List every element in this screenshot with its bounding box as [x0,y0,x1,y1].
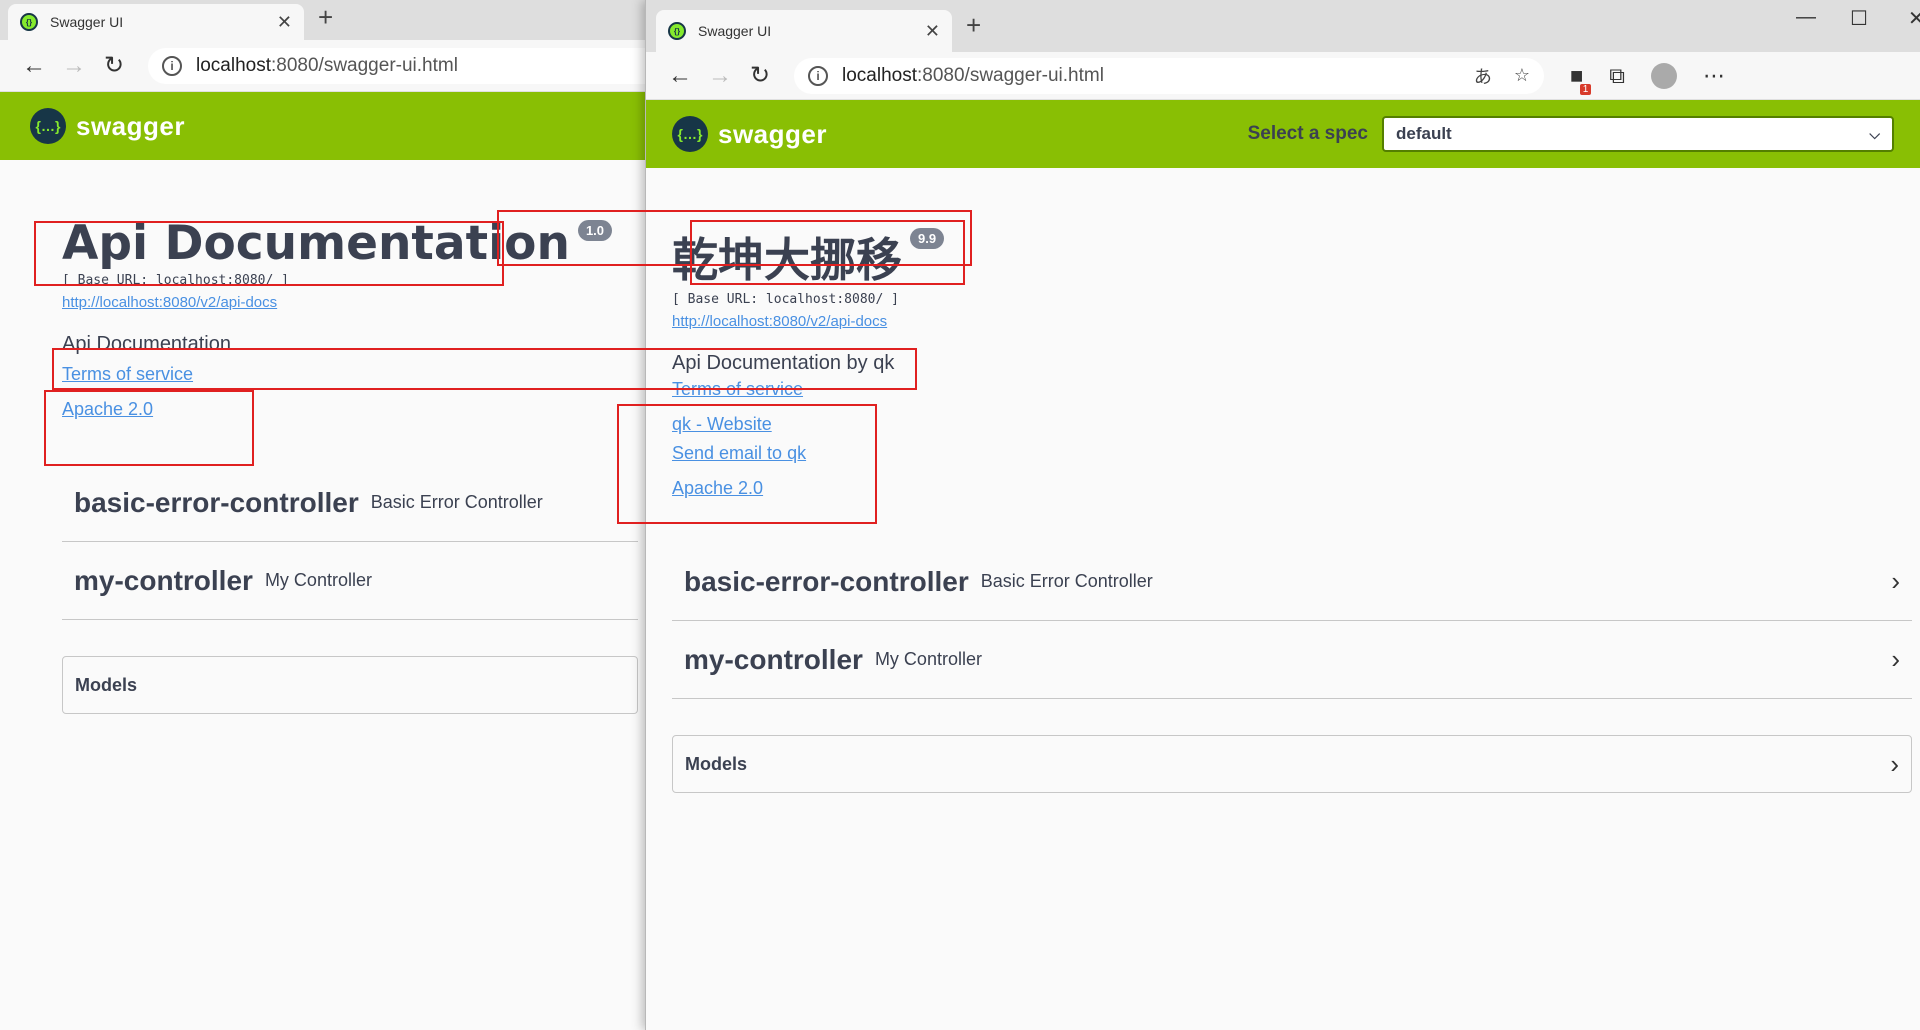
navigation-bar: ← → ↻ i localhost:8080/swagger-ui.html [0,40,700,92]
plus-icon[interactable]: + [318,2,333,33]
controller-description: Basic Error Controller [370,492,543,512]
tab-title: Swagger UI [698,23,772,39]
controller-row[interactable]: my-controller My Controller [62,542,638,620]
controller-name: my-controller [684,643,863,675]
controller-description: My Controller [874,649,982,669]
swagger-info-section: Api Documentation 1.0 [ Base URL: localh… [0,160,700,714]
url-text: localhost:8080/swagger-ui.html [842,64,1104,86]
close-icon[interactable]: ✕ [277,12,292,33]
controller-name: basic-error-controller [74,486,359,518]
back-arrow-icon[interactable]: ← [660,62,700,90]
address-bar[interactable]: i localhost:8080/swagger-ui.html あ ☆ [794,57,1544,94]
url-text: localhost:8080/swagger-ui.html [196,54,458,76]
swagger-topbar: {…} swagger Select a spec default ⌵ [646,100,1920,168]
models-section[interactable]: Models [62,656,638,714]
contact-email-link[interactable]: Send email to qk [672,443,1894,464]
window-close-icon[interactable]: ✕ [1908,6,1920,31]
chevron-right-icon[interactable]: › [1891,644,1900,675]
tab-strip: {} Swagger UI ✕ + [0,0,700,40]
tab-title: Swagger UI [50,14,124,30]
swagger-logo-icon: {…} [30,108,66,144]
swagger-brand: swagger [718,118,827,149]
api-docs-link[interactable]: http://localhost:8080/v2/api-docs [672,313,1894,330]
left-browser-window: {} Swagger UI ✕ + ← → ↻ i localhost:8080… [0,0,700,1030]
translate-icon[interactable]: あ [1474,63,1492,89]
website-link[interactable]: qk - Website [672,414,1894,435]
collections-icon[interactable]: ⧉ [1609,63,1625,89]
swagger-topbar: {…} swagger [0,92,700,160]
api-description: Api Documentation by qk [672,352,895,374]
api-description: Api Documentation [62,333,231,355]
extension-icon[interactable]: ■ 1 [1570,63,1592,95]
refresh-icon[interactable]: ↻ [740,61,780,90]
profile-avatar[interactable] [1651,62,1678,89]
refresh-icon[interactable]: ↻ [94,51,134,80]
extension-badge: 1 [1579,83,1592,95]
tab-strip: {} Swagger UI ✕ + — ☐ ✕ [646,0,1920,52]
page-title: 乾坤大挪移 9.9 [672,224,945,290]
chevron-down-icon: ⌵ [1869,125,1880,142]
controller-list: basic-error-controller Basic Error Contr… [62,464,638,620]
back-arrow-icon[interactable]: ← [14,52,54,80]
controller-description: Basic Error Controller [980,571,1153,591]
spec-dropdown[interactable]: default ⌵ [1382,116,1894,152]
controller-name: basic-error-controller [684,565,969,597]
terms-of-service-link[interactable]: Terms of service [62,364,638,385]
terms-of-service-link[interactable]: Terms of service [672,379,1894,400]
close-icon[interactable]: ✕ [925,21,940,42]
right-browser-window: {} Swagger UI ✕ + — ☐ ✕ ← → ↻ i localhos… [645,0,1920,1030]
controller-name: my-controller [74,564,253,596]
models-label: Models [75,674,138,695]
minimize-icon[interactable]: — [1796,6,1816,29]
swagger-favicon-icon: {} [668,22,686,40]
controller-row[interactable]: basic-error-controller Basic Error Contr… [672,543,1912,621]
more-options-icon[interactable]: ⋯ [1703,63,1725,89]
license-link[interactable]: Apache 2.0 [62,399,638,420]
browser-tab[interactable]: {} Swagger UI ✕ [8,4,304,40]
address-bar[interactable]: i localhost:8080/swagger-ui.html [148,47,686,84]
license-link[interactable]: Apache 2.0 [672,478,1894,499]
controller-description: My Controller [264,570,372,590]
chevron-right-icon[interactable]: › [1890,749,1899,780]
title-text: 乾坤大挪移 [672,233,902,287]
spec-value: default [1396,124,1452,143]
forward-arrow-icon[interactable]: → [54,52,94,80]
swagger-logo-icon: {…} [672,116,708,152]
info-icon[interactable]: i [162,55,182,76]
spec-selector: Select a spec default ⌵ [1248,116,1894,152]
base-url: [ Base URL: localhost:8080/ ] [672,292,899,307]
models-label: Models [685,753,748,774]
forward-arrow-icon[interactable]: → [700,62,740,90]
swagger-favicon-icon: {} [20,13,38,31]
spec-label: Select a spec [1247,123,1368,144]
version-badge: 9.9 [910,228,945,249]
page-title: Api Documentation 1.0 [62,216,613,271]
maximize-icon[interactable]: ☐ [1850,6,1868,31]
chevron-right-icon[interactable]: › [1891,566,1900,597]
version-badge: 1.0 [577,220,613,241]
browser-tab[interactable]: {} Swagger UI ✕ [656,10,952,52]
title-text: Api Documentation [62,216,570,271]
controller-list: basic-error-controller Basic Error Contr… [672,543,1912,699]
plus-icon[interactable]: + [966,10,981,41]
info-icon[interactable]: i [808,65,828,86]
controller-row[interactable]: basic-error-controller Basic Error Contr… [62,464,638,542]
swagger-info-section: 乾坤大挪移 9.9 [ Base URL: localhost:8080/ ] … [646,168,1920,793]
models-section[interactable]: Models › [672,735,1912,793]
navigation-bar: ← → ↻ i localhost:8080/swagger-ui.html あ… [646,52,1920,100]
favorite-star-icon[interactable]: ☆ [1514,65,1530,86]
swagger-brand: swagger [76,110,185,141]
api-docs-link[interactable]: http://localhost:8080/v2/api-docs [62,294,638,311]
controller-row[interactable]: my-controller My Controller › [672,621,1912,699]
base-url: [ Base URL: localhost:8080/ ] [62,273,289,288]
